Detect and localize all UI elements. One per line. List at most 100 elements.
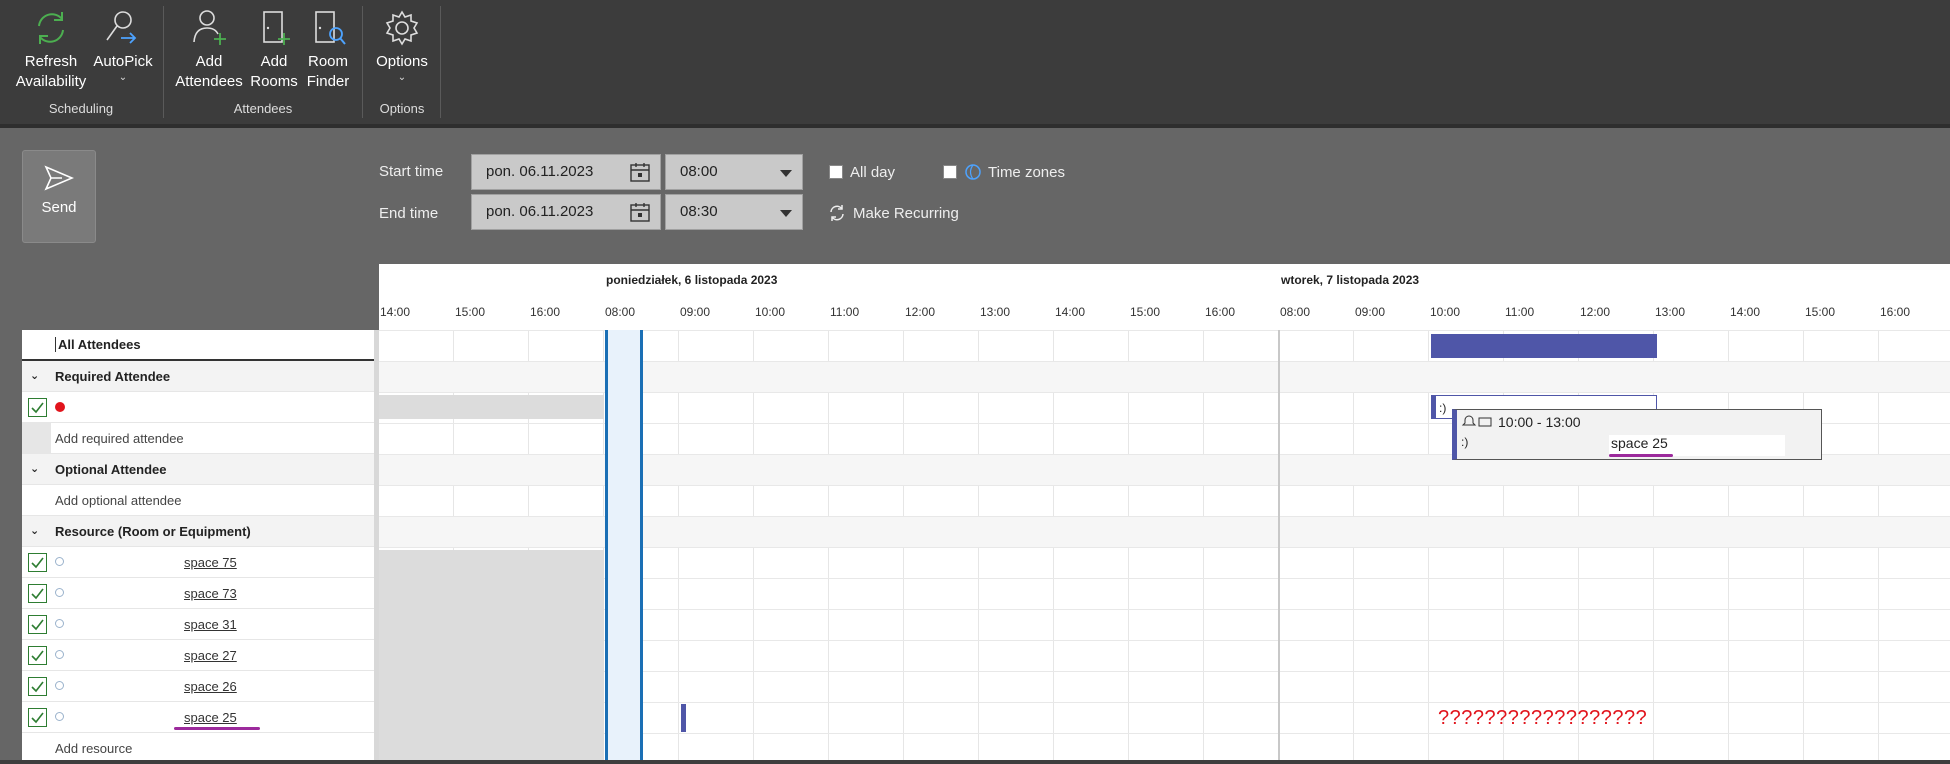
autopick-icon (106, 11, 137, 44)
hour-label: 16:00 (1880, 305, 1911, 319)
annotation-underline (1609, 454, 1673, 457)
resource-name[interactable]: space 73 (184, 586, 237, 601)
start-time-label: Start time (379, 163, 444, 180)
dropdown-arrow-icon (780, 210, 792, 217)
add-optional-attendee-input[interactable]: Add optional attendee (55, 493, 182, 508)
question-marks-annotation: ?????????????????? (1438, 707, 1648, 729)
send-button[interactable]: Send (22, 150, 96, 243)
resource-name[interactable]: space 26 (184, 679, 237, 694)
end-time-select[interactable]: 08:30 (665, 194, 803, 230)
space-25-busy-marker (681, 704, 686, 732)
hour-label: 10:00 (755, 305, 786, 319)
attendee-checkbox[interactable] (28, 398, 47, 417)
tooltip-subject: :) (1461, 435, 1469, 449)
ribbon-separator (362, 6, 363, 118)
time-zones-checkbox[interactable] (943, 165, 957, 179)
resource-checkbox[interactable] (28, 677, 47, 696)
all-day-checkbox[interactable] (829, 165, 843, 179)
resource-row[interactable]: space 31 (22, 609, 374, 640)
scheduling-grid[interactable]: poniedziałek, 6 listopada 2023 wtorek, 7… (379, 264, 1950, 760)
add-resource-input[interactable]: Add resource (55, 741, 132, 756)
globe-icon (965, 164, 981, 180)
hour-label: 09:00 (680, 305, 711, 319)
start-date-value: pon. 06.11.2023 (486, 163, 594, 180)
attendee-row[interactable] (22, 392, 374, 423)
collapse-chevron-icon[interactable]: ⌄ (30, 369, 39, 382)
hour-label: 14:00 (1730, 305, 1761, 319)
hour-label: 15:00 (1805, 305, 1836, 319)
room-finder-button[interactable]: Room Finder (303, 6, 353, 92)
start-time-select[interactable]: 08:00 (665, 154, 803, 190)
resource-checkbox[interactable] (28, 584, 47, 603)
list-grid-divider[interactable] (374, 330, 379, 760)
add-optional-row[interactable]: Add optional attendee (22, 485, 374, 516)
free-status-circle (55, 619, 64, 628)
resource-name[interactable]: space 27 (184, 648, 237, 663)
room-finder-label-2: Finder (306, 73, 350, 90)
calendar-icon[interactable] (630, 202, 650, 222)
options-chevron-down-icon[interactable]: ⌄ (370, 72, 434, 84)
group-label-attendees: Attendees (233, 101, 293, 116)
resource-name[interactable]: space 25 (184, 710, 237, 725)
required-attendee-header: Required Attendee (55, 369, 171, 384)
resource-row[interactable]: space 27 (22, 640, 374, 671)
end-time-label: End time (379, 205, 439, 222)
resource-row[interactable]: space 75 (22, 547, 374, 578)
free-status-circle (55, 681, 64, 690)
refresh-availability-button[interactable]: Refresh Availability (10, 6, 92, 92)
time-zones-label: Time zones (988, 164, 1065, 181)
required-attendee-section[interactable]: ⌄ Required Attendee (22, 361, 374, 392)
optional-attendee-header: Optional Attendee (55, 462, 167, 477)
add-attendees-button[interactable]: Add Attendees (172, 6, 246, 92)
resource-checkbox[interactable] (28, 615, 47, 634)
end-date-value: pon. 06.11.2023 (486, 203, 594, 220)
send-icon (44, 165, 74, 191)
resource-checkbox[interactable] (28, 646, 47, 665)
resource-row[interactable]: space 73 (22, 578, 374, 609)
calendar-icon[interactable] (630, 162, 650, 182)
gear-icon (385, 10, 419, 46)
hour-label: 14:00 (1055, 305, 1086, 319)
all-day-label: All day (850, 164, 896, 181)
autopick-button[interactable]: AutoPick ⌄ (90, 6, 156, 84)
annotation-underline (174, 727, 260, 730)
resource-name[interactable]: space 31 (184, 617, 237, 632)
refresh-label-2: Availability (15, 73, 87, 90)
hour-label: 14:00 (380, 305, 411, 319)
end-date-field[interactable]: pon. 06.11.2023 (471, 194, 661, 230)
selected-time-range[interactable] (605, 330, 643, 760)
resource-checkbox[interactable] (28, 553, 47, 572)
options-button[interactable]: Options ⌄ (370, 6, 434, 84)
start-time-value: 08:00 (680, 163, 718, 180)
tooltip-time: 10:00 - 13:00 (1498, 414, 1581, 430)
recurring-icon[interactable] (828, 204, 846, 222)
resource-name[interactable]: space 75 (184, 555, 237, 570)
collapse-chevron-icon[interactable]: ⌄ (30, 462, 39, 475)
ribbon-separator (440, 6, 441, 118)
dropdown-arrow-icon (780, 170, 792, 177)
add-resource-row[interactable]: Add resource (22, 733, 374, 764)
resource-checkbox[interactable] (28, 708, 47, 727)
collapse-chevron-icon[interactable]: ⌄ (30, 524, 39, 537)
options-label: Options (376, 53, 428, 70)
all-attendees-label: All Attendees (55, 337, 141, 352)
autopick-chevron-down-icon[interactable]: ⌄ (90, 72, 156, 84)
hour-label: 16:00 (530, 305, 561, 319)
hour-label: 11:00 (830, 305, 860, 319)
hour-label: 16:00 (1205, 305, 1236, 319)
add-attendee-icon (193, 10, 226, 45)
tooltip-location: space 25 (1611, 435, 1668, 451)
add-required-attendee-input[interactable]: Add required attendee (55, 431, 184, 446)
add-required-row[interactable]: Add required attendee (22, 423, 374, 454)
hour-label: 12:00 (905, 305, 936, 319)
resource-section[interactable]: ⌄ Resource (Room or Equipment) (22, 516, 374, 547)
add-attendees-label-2: Attendees (175, 73, 243, 90)
hour-label: 10:00 (1430, 305, 1461, 319)
make-recurring-link[interactable]: Make Recurring (853, 205, 959, 222)
resource-header: Resource (Room or Equipment) (55, 524, 251, 539)
add-rooms-label-2: Rooms (250, 73, 298, 90)
optional-attendee-section[interactable]: ⌄ Optional Attendee (22, 454, 374, 485)
add-rooms-button[interactable]: Add Rooms (249, 6, 299, 92)
start-date-field[interactable]: pon. 06.11.2023 (471, 154, 661, 190)
resource-row[interactable]: space 26 (22, 671, 374, 702)
